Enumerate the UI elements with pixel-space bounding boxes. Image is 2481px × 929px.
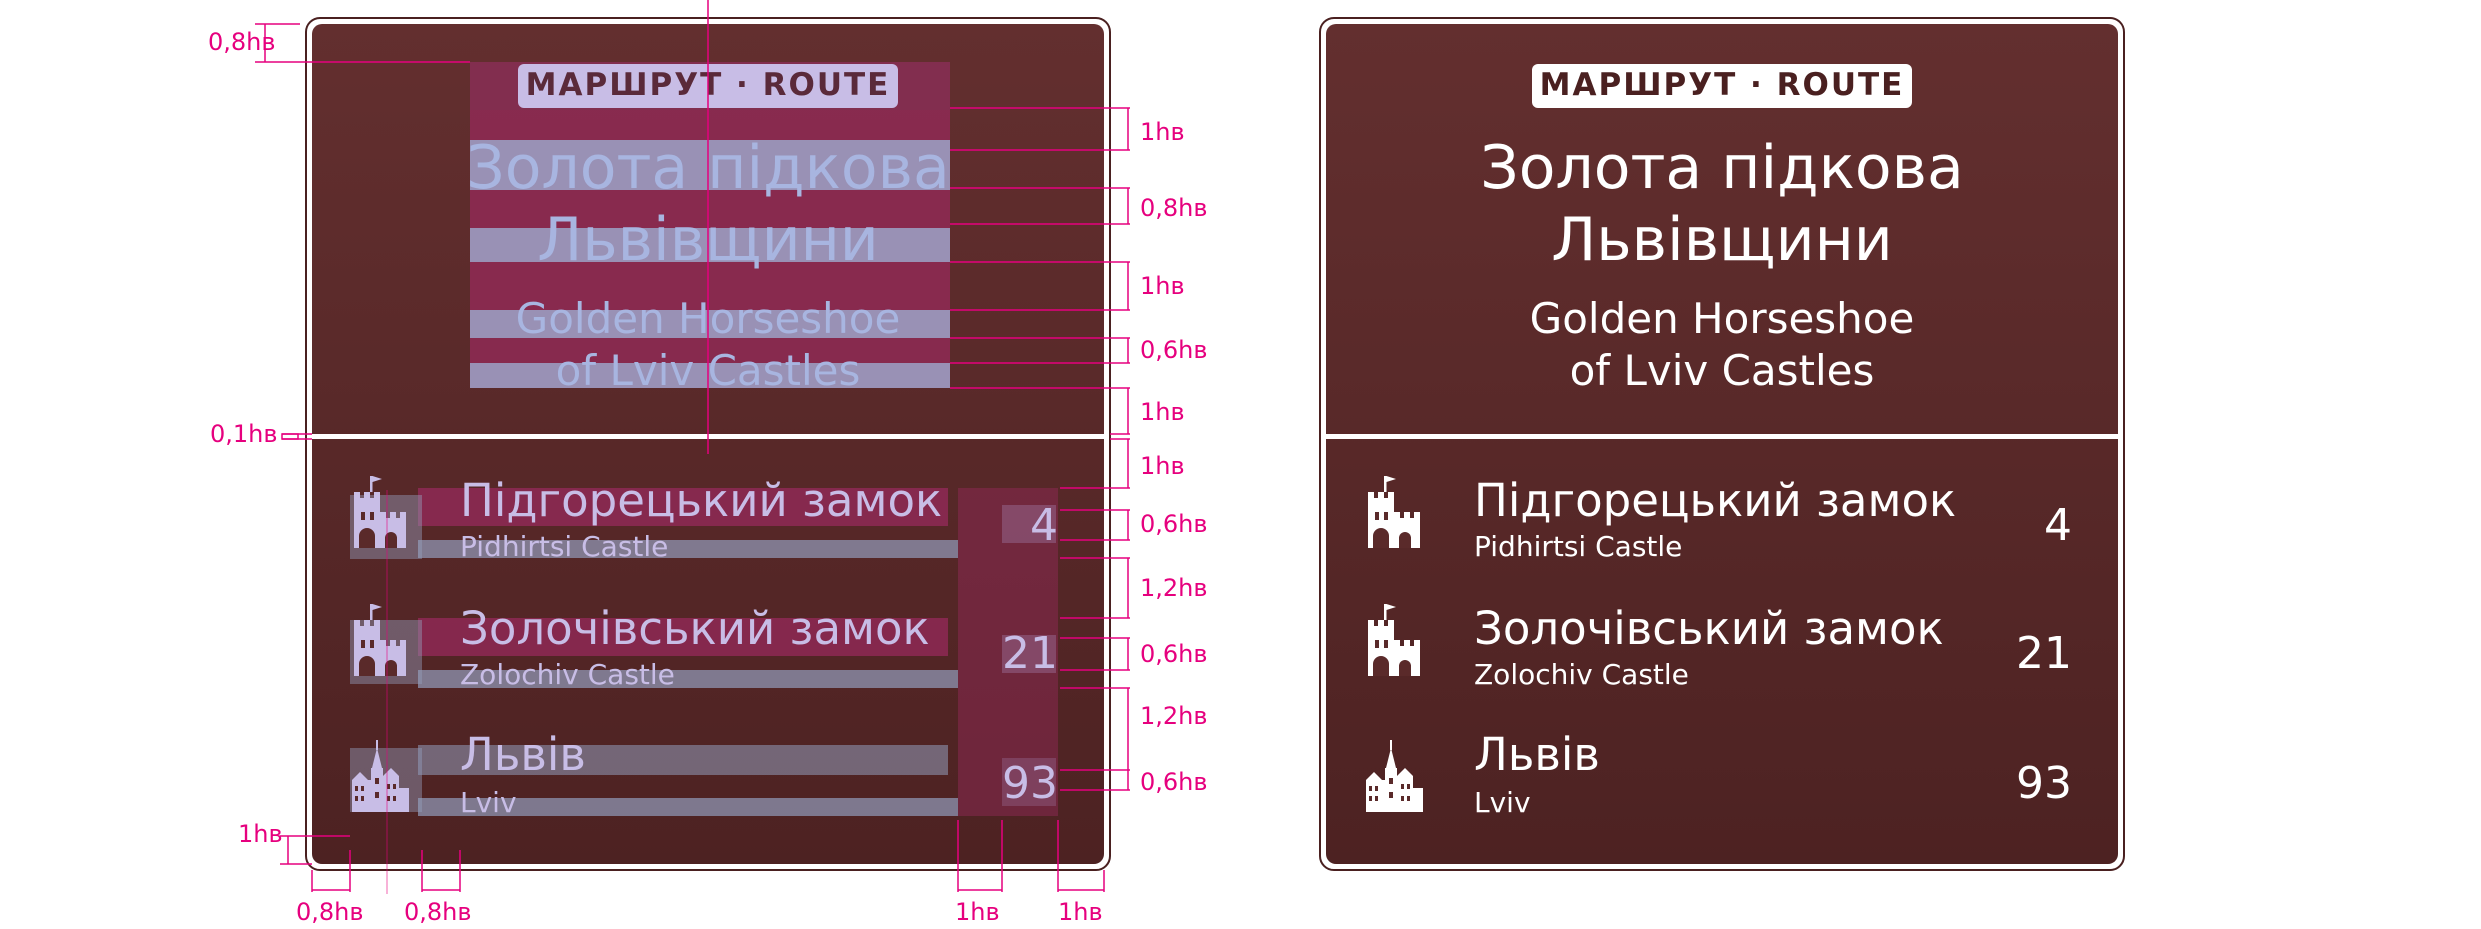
destination-name: Львів [1474, 728, 1600, 781]
diagram-canvas: МАРШРУТ · ROUTE Золота підкова Львівщини… [208, 0, 2125, 926]
dim-label: 0,1hв [210, 420, 278, 448]
destination-name-en: Zolochiv Castle [460, 658, 675, 691]
destination-name-en: Zolochiv Castle [1474, 658, 1689, 691]
dim-label: 1hв [238, 820, 283, 848]
dim-label: 0,6hв [1140, 510, 1208, 538]
destination-name: Підгорецький замок [1474, 474, 1956, 527]
route-badge-text: МАРШРУТ · ROUTE [1540, 67, 1905, 103]
title-en-line2: of Lviv Castles [1570, 346, 1875, 395]
dim-label: 0,6hв [1140, 768, 1208, 796]
dim-label: 1,2hв [1140, 574, 1208, 602]
title-ua-line2: Львівщини [1551, 205, 1893, 275]
dim-label: 1hв [1140, 452, 1185, 480]
divider-line [1326, 434, 2118, 439]
destination-distance: 21 [1002, 628, 1058, 679]
destination-distance: 4 [1030, 500, 1058, 551]
title-ua-line1: Золота підкова [1480, 133, 1964, 203]
dim-label: 1hв [1140, 272, 1185, 300]
destination-name: Золочівський замок [460, 602, 930, 655]
destination-distance: 93 [2016, 758, 2072, 809]
dim-label: 1,2hв [1140, 702, 1208, 730]
dim-label: 0,6hв [1140, 336, 1208, 364]
dimensioned-sign: МАРШРУТ · ROUTE Золота підкова Львівщини… [305, 0, 1111, 894]
dim-label: 0,8hв [1140, 194, 1208, 222]
dim-label: 0,8hв [404, 898, 472, 926]
destination-distance: 4 [2044, 500, 2072, 551]
destination-distance: 93 [1002, 758, 1058, 809]
dim-label: 0,6hв [1140, 640, 1208, 668]
destination-name: Львів [460, 728, 586, 781]
dim-label: 1hв [1140, 398, 1185, 426]
destination-distance: 21 [2016, 628, 2072, 679]
dim-label: 0,8hв [296, 898, 364, 926]
destination-name-en: Pidhirtsi Castle [460, 530, 668, 563]
destination-name: Підгорецький замок [460, 474, 942, 527]
destination-name-en: Lviv [1474, 786, 1531, 819]
dim-label: 1hв [1058, 898, 1103, 926]
destination-name: Золочівський замок [1474, 602, 1944, 655]
final-sign: МАРШРУТ · ROUTE Золота підкова Львівщини… [1319, 17, 2125, 871]
destination-name-en: Lviv [460, 786, 517, 819]
title-en-line1: Golden Horseshoe [1530, 294, 1915, 343]
dim-label: 1hв [955, 898, 1000, 926]
destination-name-en: Pidhirtsi Castle [1474, 530, 1682, 563]
dim-label: 0,8hв [208, 28, 276, 56]
dim-label: 1hв [1140, 118, 1185, 146]
